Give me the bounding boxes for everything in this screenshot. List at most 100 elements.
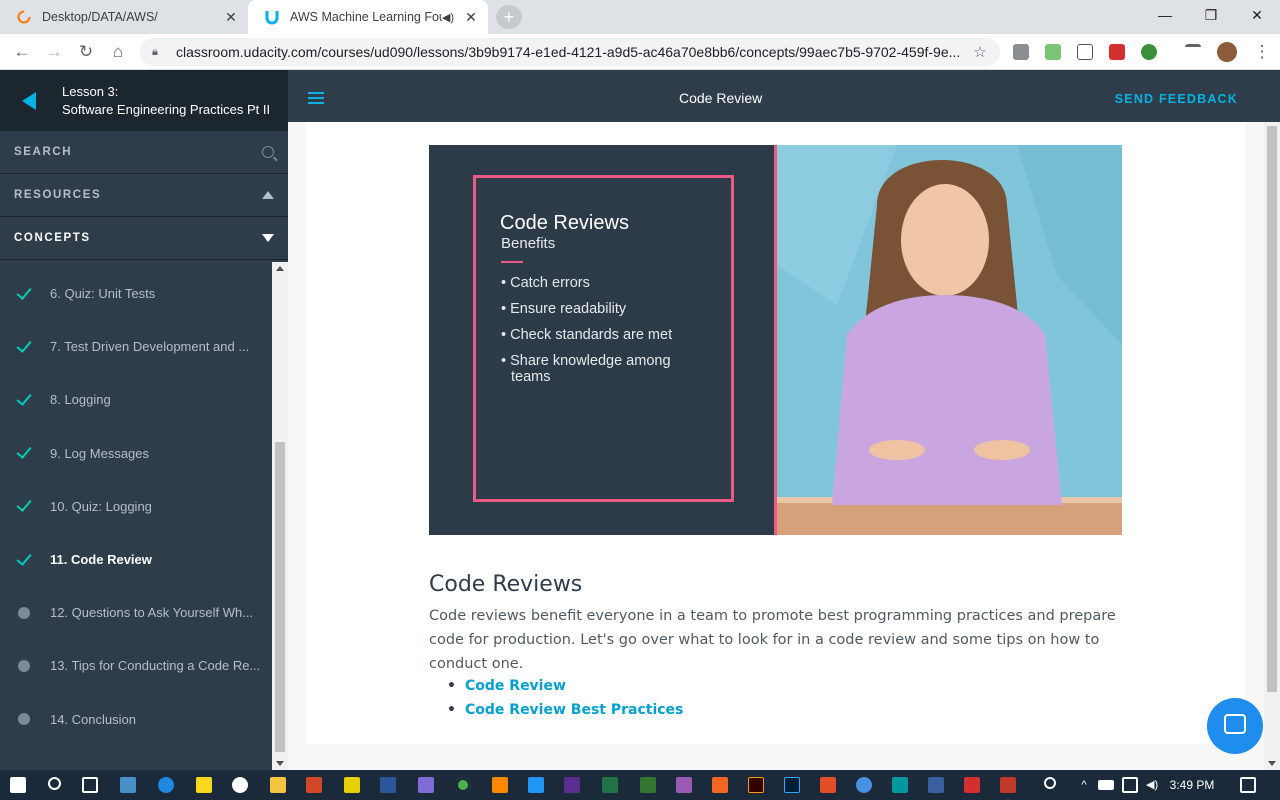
new-tab-button[interactable]: + xyxy=(496,5,522,29)
taskbar-clock[interactable]: 3:49 PM xyxy=(1166,778,1218,792)
scroll-down-icon[interactable] xyxy=(1268,761,1276,766)
concept-item[interactable]: 7. Test Driven Development and ... xyxy=(0,320,272,373)
vscode-icon[interactable] xyxy=(528,777,544,793)
minimize-icon[interactable]: — xyxy=(1142,0,1188,30)
media-control-icon[interactable] xyxy=(1185,44,1201,60)
search-label: SEARCH xyxy=(14,146,73,158)
menu-dots-icon[interactable]: ⋮ xyxy=(1250,40,1274,64)
chat-icon xyxy=(1224,714,1246,734)
concept-item[interactable]: 8. Logging xyxy=(0,373,272,426)
app-icon[interactable] xyxy=(964,777,980,793)
speaker-icon[interactable]: ◀) xyxy=(442,11,454,24)
slide-bullet: Catch errors xyxy=(501,275,701,291)
slide-bullets: Catch errors Ensure readability Check st… xyxy=(501,275,701,395)
concept-item[interactable]: 9. Log Messages xyxy=(0,427,272,480)
loading-icon xyxy=(16,9,32,25)
app-icon[interactable] xyxy=(928,777,944,793)
code-review-link[interactable]: Code Review xyxy=(447,674,683,698)
project-icon[interactable] xyxy=(640,777,656,793)
scroll-thumb[interactable] xyxy=(275,442,285,752)
arduino-icon[interactable] xyxy=(892,777,908,793)
task-view-icon[interactable] xyxy=(82,777,98,793)
network-icon[interactable] xyxy=(1122,777,1138,793)
bookmark-star-icon[interactable]: ☆ xyxy=(968,43,992,61)
collapse-icon[interactable] xyxy=(262,191,274,199)
concept-item-current[interactable]: 11. Code Review xyxy=(0,533,272,586)
volume-icon[interactable]: ◀) xyxy=(1146,777,1162,793)
close-window-icon[interactable]: ✕ xyxy=(1234,0,1280,30)
reload-icon[interactable]: ↻ xyxy=(74,40,98,64)
windows-start-icon[interactable] xyxy=(10,777,26,793)
home-icon[interactable]: ⌂ xyxy=(106,40,130,64)
resource-links: Code Review Code Review Best Practices xyxy=(447,674,683,722)
excel-icon[interactable] xyxy=(602,777,618,793)
app-icon[interactable] xyxy=(418,777,434,793)
battery-icon[interactable] xyxy=(1098,780,1114,790)
concept-item[interactable]: 10. Quiz: Logging xyxy=(0,480,272,533)
restore-icon[interactable]: ❐ xyxy=(1188,0,1234,30)
search-row[interactable]: SEARCH xyxy=(0,131,288,174)
word-icon[interactable] xyxy=(380,777,396,793)
file-explorer-icon[interactable] xyxy=(270,777,286,793)
concept-item[interactable]: 13. Tips for Conducting a Code Re... xyxy=(0,639,272,692)
scroll-up-icon[interactable] xyxy=(276,266,284,271)
browser-tab-udacity[interactable]: AWS Machine Learning Foun ◀) ✕ xyxy=(248,0,488,34)
expand-icon[interactable] xyxy=(262,234,274,242)
check-icon xyxy=(16,549,32,566)
app-icon[interactable] xyxy=(856,777,872,793)
search-icon[interactable] xyxy=(262,146,274,158)
scroll-thumb[interactable] xyxy=(1267,126,1277,692)
edge-icon[interactable] xyxy=(158,777,174,793)
app-icon[interactable] xyxy=(1000,777,1016,793)
vlc-icon[interactable] xyxy=(492,777,508,793)
app-icon[interactable] xyxy=(820,777,836,793)
close-tab-icon[interactable]: ✕ xyxy=(460,9,482,26)
powerpoint-icon[interactable] xyxy=(306,777,322,793)
check-icon xyxy=(16,390,32,406)
send-feedback-button[interactable]: SEND FEEDBACK xyxy=(1115,92,1238,106)
app-icon[interactable] xyxy=(120,777,136,793)
json-extension-icon[interactable] xyxy=(1077,44,1093,60)
main-scrollbar[interactable] xyxy=(1264,122,1280,770)
close-tab-icon[interactable]: ✕ xyxy=(220,9,242,26)
globe-extension-icon[interactable] xyxy=(1141,44,1157,60)
resources-row[interactable]: RESOURCES xyxy=(0,174,288,217)
extension-icon[interactable] xyxy=(1045,44,1061,60)
code-review-best-practices-link[interactable]: Code Review Best Practices xyxy=(447,698,683,722)
drive-extension-icon[interactable] xyxy=(1013,44,1029,60)
search-icon[interactable] xyxy=(48,777,61,790)
check-icon xyxy=(16,283,32,300)
video-player[interactable]: Code Reviews Benefits Catch errors Ensur… xyxy=(429,145,1122,535)
app-icon[interactable] xyxy=(676,777,692,793)
hamburger-menu-icon[interactable] xyxy=(308,92,324,104)
app-icon[interactable] xyxy=(232,777,248,793)
chrome-icon[interactable] xyxy=(455,777,471,793)
concepts-row[interactable]: CONCEPTS xyxy=(0,217,288,260)
concept-item[interactable]: 14. Conclusion xyxy=(0,693,272,746)
concept-item[interactable]: 12. Questions to Ask Yourself Wh... xyxy=(0,586,272,639)
page-title: Code Review xyxy=(679,90,763,106)
browser-tab-strip: Desktop/DATA/AWS/ ✕ AWS Machine Learning… xyxy=(0,0,1280,34)
visual-studio-icon[interactable] xyxy=(564,777,580,793)
lesson-header[interactable]: Lesson 3: Software Engineering Practices… xyxy=(0,70,288,131)
back-icon[interactable] xyxy=(22,91,36,110)
chevron-up-icon[interactable]: ^ xyxy=(1076,777,1092,793)
address-bar[interactable]: 🔒︎ classroom.udacity.com/courses/ud090/l… xyxy=(140,38,1000,66)
scroll-down-icon[interactable] xyxy=(276,761,284,766)
sidebar-scrollbar[interactable] xyxy=(272,262,288,770)
browser-tab-desktop[interactable]: Desktop/DATA/AWS/ ✕ xyxy=(0,0,248,34)
chat-button[interactable] xyxy=(1207,698,1263,754)
concept-item[interactable]: 6. Quiz: Unit Tests xyxy=(0,267,272,320)
avatar[interactable] xyxy=(1217,42,1237,62)
people-icon[interactable] xyxy=(1044,777,1056,789)
presenter-image xyxy=(777,145,1122,535)
back-arrow-icon[interactable]: ← xyxy=(10,40,34,64)
notification-icon[interactable] xyxy=(1240,777,1256,793)
sticky-notes-icon[interactable] xyxy=(196,777,212,793)
illustrator-icon[interactable] xyxy=(748,777,764,793)
app-icon[interactable] xyxy=(712,777,728,793)
forward-arrow-icon[interactable]: → xyxy=(42,40,66,64)
mega-extension-icon[interactable] xyxy=(1109,44,1125,60)
app-icon[interactable] xyxy=(344,777,360,793)
photoshop-icon[interactable] xyxy=(784,777,800,793)
